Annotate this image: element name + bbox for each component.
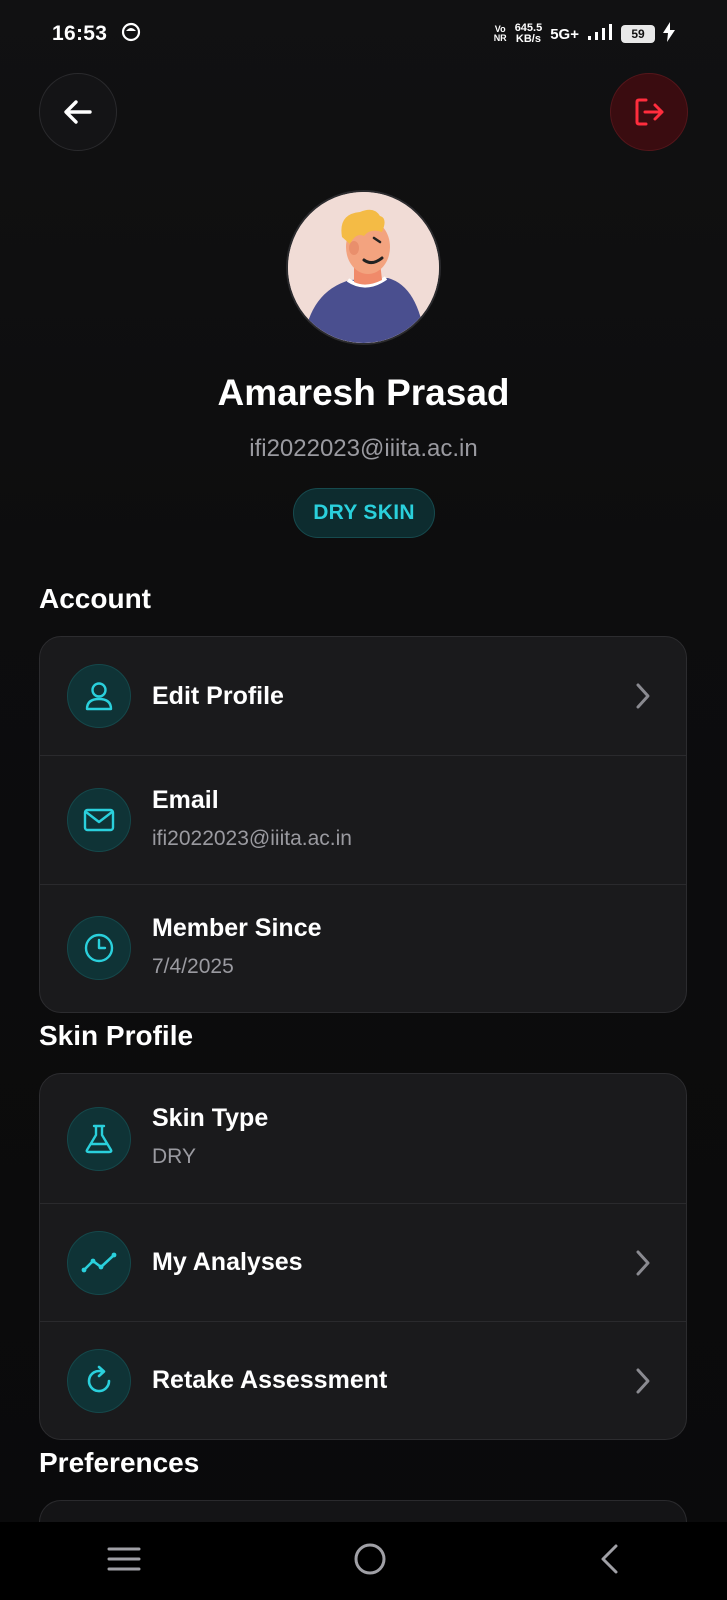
member-since-value: 7/4/2025	[152, 955, 234, 978]
logout-button[interactable]	[610, 73, 688, 151]
my-analyses-row[interactable]: My Analyses	[40, 1204, 686, 1322]
email-text: Email ifi2022023@iiita.ac.in	[152, 786, 352, 851]
chevron-right-icon	[636, 1368, 650, 1394]
logout-icon	[635, 98, 664, 126]
battery-icon: 59	[621, 25, 655, 43]
skin-type-row: Skin Type DRY	[40, 1074, 686, 1204]
user-icon	[85, 682, 113, 711]
section-title-account: Account	[39, 583, 151, 614]
charging-icon	[663, 21, 675, 47]
profile-screen: 16:53 Vo NR 645.5 KB/s 5G+ 59 Amaresh Pr…	[0, 0, 727, 1600]
retake-assessment-row[interactable]: Retake Assessment	[40, 1322, 686, 1439]
back-button[interactable]	[39, 73, 117, 151]
avatar-illustration	[288, 192, 439, 343]
flask-icon-wrap	[67, 1107, 131, 1171]
trend-icon	[81, 1252, 117, 1273]
user-email: ifi2022023@iiita.ac.in	[249, 435, 478, 462]
avatar[interactable]	[286, 190, 441, 345]
account-card: Edit Profile Email ifi2022023@iiita.ac.i…	[39, 636, 687, 1013]
refresh-icon-wrap	[67, 1349, 131, 1413]
chevron-right-icon	[636, 683, 650, 709]
clock-icon	[84, 933, 114, 963]
volte-indicator: Vo NR	[493, 24, 507, 43]
retake-assessment-text: Retake Assessment	[152, 1366, 387, 1395]
member-since-row: Member Since 7/4/2025	[40, 885, 686, 1012]
skin-profile-card: Skin Type DRY My Analyses Retake Assessm…	[39, 1073, 687, 1440]
chevron-right-icon	[636, 1250, 650, 1276]
section-title-skin-profile: Skin Profile	[39, 1020, 194, 1051]
section-title-preferences: Preferences	[39, 1447, 200, 1478]
signal-icon	[587, 23, 613, 46]
edit-profile-row[interactable]: Edit Profile	[40, 637, 686, 756]
mail-icon-wrap	[67, 788, 131, 852]
network-speed: 645.5 KB/s	[514, 22, 543, 45]
clock-icon-wrap	[67, 916, 131, 980]
network-type: 5G+	[550, 25, 579, 43]
user-name: Amaresh Prasad	[217, 372, 510, 413]
menu-nav-button[interactable]	[106, 1544, 142, 1579]
back-chevron-icon	[601, 1544, 617, 1573]
skin-type-text: Skin Type DRY	[152, 1104, 268, 1169]
skin-type-badge: DRY SKIN	[293, 488, 435, 538]
my-analyses-label: My Analyses	[152, 1248, 303, 1276]
flask-icon	[85, 1124, 113, 1154]
status-right: Vo NR 645.5 KB/s 5G+ 59	[493, 21, 675, 47]
my-analyses-text: My Analyses	[152, 1248, 303, 1277]
skin-type-label: Skin Type	[152, 1104, 269, 1132]
email-label: Email	[152, 786, 219, 814]
home-nav-button[interactable]	[353, 1542, 387, 1581]
status-left: 16:53	[52, 22, 141, 47]
edit-profile-text: Edit Profile	[152, 682, 284, 711]
status-bar: 16:53 Vo NR 645.5 KB/s 5G+ 59	[0, 0, 727, 68]
back-nav-button[interactable]	[598, 1542, 622, 1581]
mail-icon	[83, 808, 115, 832]
status-time: 16:53	[52, 22, 108, 45]
retake-assessment-label: Retake Assessment	[152, 1366, 388, 1394]
notification-icon	[121, 22, 141, 47]
email-value: ifi2022023@iiita.ac.in	[152, 827, 352, 850]
home-circle-icon	[354, 1543, 385, 1574]
arrow-left-icon	[64, 100, 92, 124]
member-since-label: Member Since	[152, 914, 322, 942]
system-nav-bar	[0, 1522, 727, 1600]
trend-icon-wrap	[67, 1231, 131, 1295]
member-since-text: Member Since 7/4/2025	[152, 914, 322, 979]
skin-type-value: DRY	[152, 1145, 196, 1168]
menu-icon	[107, 1547, 140, 1570]
email-row: Email ifi2022023@iiita.ac.in	[40, 756, 686, 885]
refresh-icon	[87, 1365, 111, 1393]
edit-profile-label: Edit Profile	[152, 682, 284, 710]
user-icon-wrap	[67, 664, 131, 728]
